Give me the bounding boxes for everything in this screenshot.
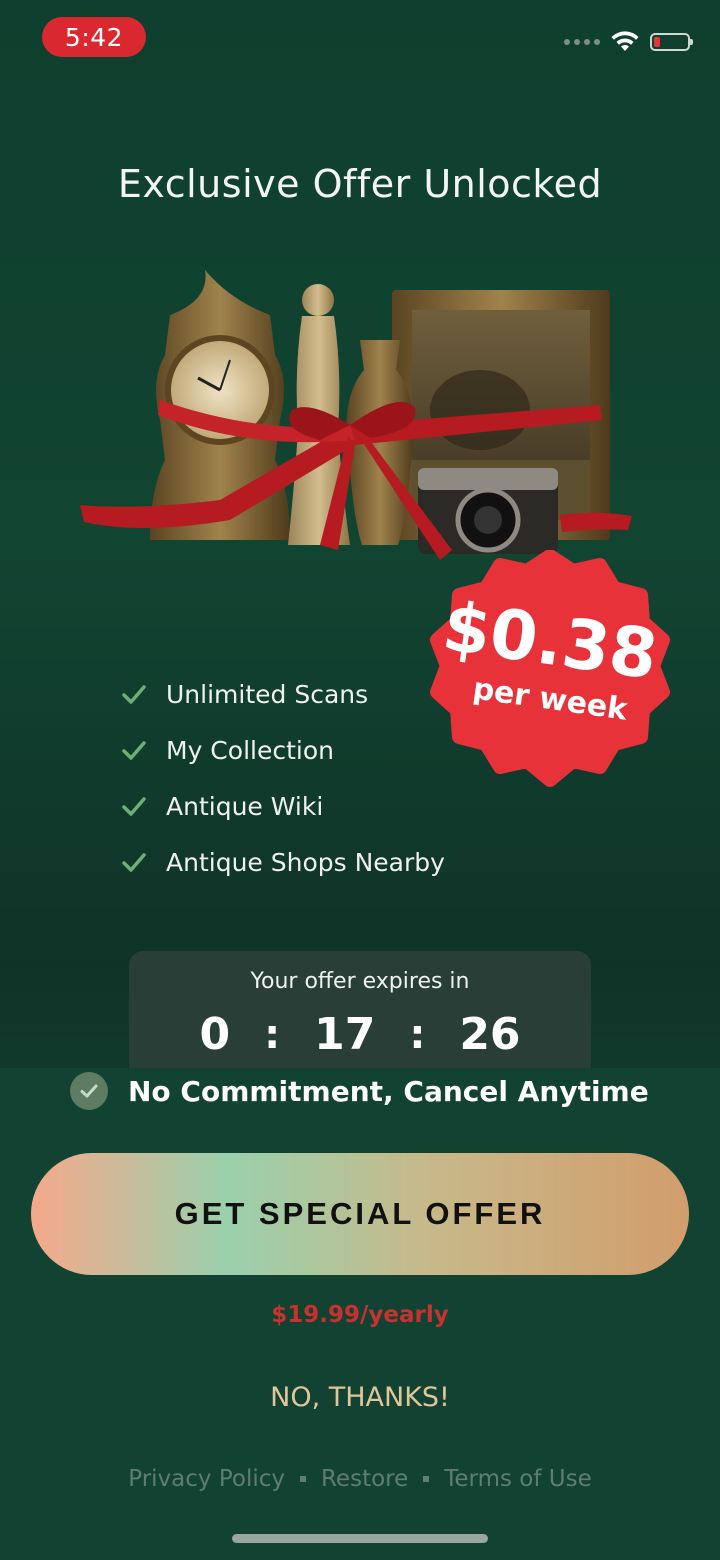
check-icon	[122, 853, 146, 872]
commitment-text: No Commitment, Cancel Anytime	[128, 1074, 649, 1108]
feature-label: Antique Shops Nearby	[166, 847, 445, 877]
no-thanks-link[interactable]: NO, THANKS!	[0, 1382, 720, 1413]
price-badge: $0.38 per week	[430, 550, 670, 790]
yearly-price: $19.99/yearly	[271, 1302, 449, 1328]
check-circle-icon	[70, 1072, 108, 1110]
footer-separator	[299, 1476, 306, 1482]
timer-label: Your offer expires in	[250, 969, 470, 994]
signal-dots-icon	[564, 39, 600, 45]
timer-separator: :	[264, 1011, 281, 1058]
feature-item: My Collection	[120, 722, 445, 778]
feature-item: Antique Wiki	[120, 778, 445, 834]
feature-label: Unlimited Scans	[166, 679, 369, 709]
feature-item: Unlimited Scans	[120, 666, 445, 722]
footer-separator	[423, 1476, 430, 1482]
antiques-gift-illustration	[80, 270, 632, 560]
battery-low-icon	[650, 33, 693, 51]
paywall-screen: 5:42 Exclusive Offer Unlocked $0.38 per …	[0, 0, 720, 1560]
privacy-policy-link[interactable]: Privacy Policy	[128, 1466, 285, 1492]
feature-label: Antique Wiki	[166, 791, 324, 821]
status-time: 5:42	[42, 17, 146, 57]
feature-label: My Collection	[166, 735, 334, 765]
get-special-offer-button[interactable]: GET SPECIAL OFFER	[31, 1153, 689, 1275]
offer-timer: Your offer expires in 0 : 17 : 26	[129, 951, 591, 1069]
terms-of-use-link[interactable]: Terms of Use	[444, 1466, 592, 1492]
timer-seconds: 26	[459, 1009, 521, 1060]
timer-digits: 0 : 17 : 26	[129, 1009, 591, 1060]
check-icon	[122, 797, 146, 816]
status-icons	[564, 26, 693, 58]
check-icon	[122, 685, 146, 704]
timer-separator: :	[409, 1011, 426, 1058]
page-title: Exclusive Offer Unlocked	[117, 162, 603, 206]
status-time-label: 5:42	[64, 22, 124, 52]
feature-list: Unlimited Scans My Collection Antique Wi…	[120, 666, 445, 890]
commitment-row: No Commitment, Cancel Anytime	[70, 1072, 649, 1110]
feature-item: Antique Shops Nearby	[120, 834, 445, 890]
restore-link[interactable]: Restore	[321, 1466, 408, 1492]
wifi-icon	[611, 31, 639, 51]
home-indicator[interactable]	[232, 1534, 488, 1543]
timer-minutes: 17	[314, 1009, 376, 1060]
timer-hours: 0	[199, 1009, 231, 1060]
check-icon	[122, 741, 146, 760]
footer-links: Privacy Policy Restore Terms of Use	[0, 1466, 720, 1492]
